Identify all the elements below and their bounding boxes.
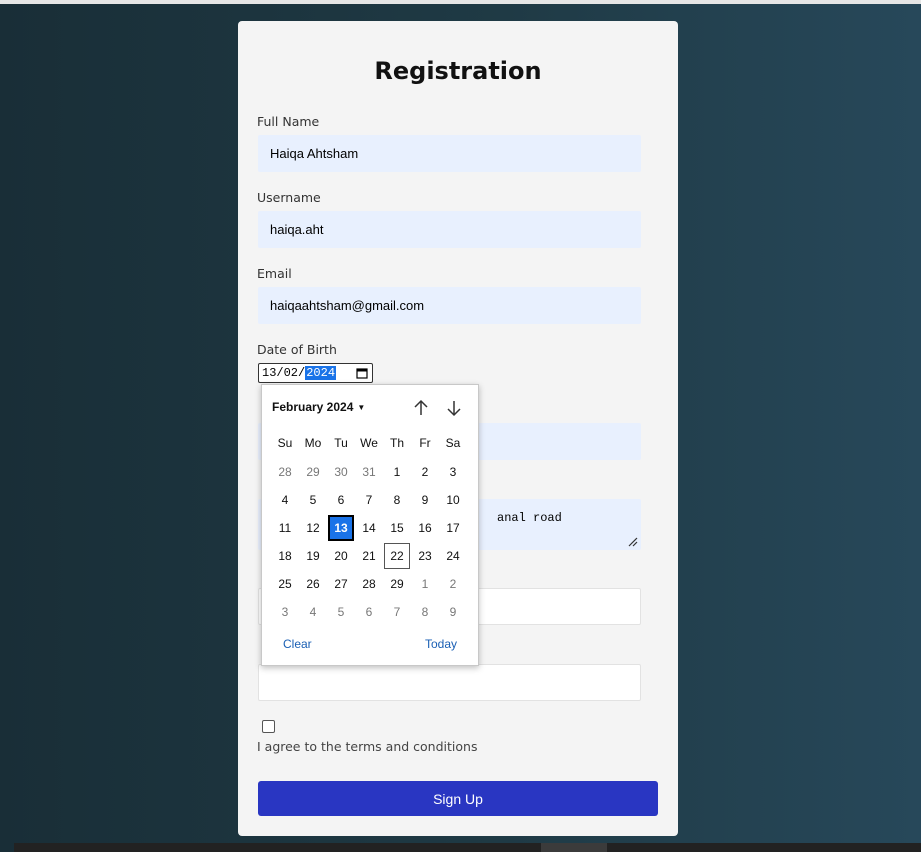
dob-year[interactable]: 2024 — [305, 366, 337, 380]
clear-button[interactable]: Clear — [283, 637, 312, 651]
dob-day[interactable]: 13 — [262, 366, 276, 380]
calendar-day[interactable]: 6 — [328, 487, 354, 513]
dob-label: Date of Birth — [257, 342, 337, 357]
window-top-border — [0, 0, 921, 4]
weekday-header: Su — [277, 436, 293, 450]
calendar-day[interactable]: 28 — [272, 459, 298, 485]
weekday-header: Fr — [419, 436, 431, 450]
sign-up-button[interactable]: Sign Up — [258, 781, 658, 816]
weekday-header: Th — [389, 436, 404, 450]
taskbar-item[interactable] — [541, 843, 607, 852]
terms-checkbox[interactable] — [262, 720, 275, 733]
calendar-day[interactable]: 28 — [356, 571, 382, 597]
calendar-day[interactable]: 8 — [412, 599, 438, 625]
calendar-day[interactable]: 9 — [440, 599, 466, 625]
calendar-day[interactable]: 5 — [328, 599, 354, 625]
address-value: anal road — [497, 511, 562, 525]
calendar-day[interactable]: 4 — [272, 487, 298, 513]
calendar-day[interactable]: 20 — [328, 543, 354, 569]
dob-month[interactable]: 02 — [284, 366, 298, 380]
weekday-header: We — [360, 436, 378, 450]
month-year-dropdown[interactable]: February 2024 ▼ — [272, 400, 365, 414]
terms-label: I agree to the terms and conditions — [257, 739, 478, 754]
calendar-day[interactable]: 23 — [412, 543, 438, 569]
calendar-day[interactable]: 25 — [272, 571, 298, 597]
caret-down-icon: ▼ — [357, 402, 366, 412]
email-input[interactable]: haiqaahtsham@gmail.com — [258, 287, 641, 324]
weekday-header: Tu — [334, 436, 348, 450]
calendar-day[interactable]: 19 — [300, 543, 326, 569]
today-button[interactable]: Today — [425, 637, 457, 651]
calendar-day[interactable]: 17 — [440, 515, 466, 541]
calendar-day[interactable]: 15 — [384, 515, 410, 541]
calendar-day[interactable]: 3 — [272, 599, 298, 625]
calendar-day[interactable]: 16 — [412, 515, 438, 541]
calendar-day[interactable]: 29 — [300, 459, 326, 485]
weekday-header: Mo — [304, 436, 322, 450]
date-picker-popup: February 2024 ▼ Su Mo Tu We Th Fr Sa 28 29 30 31 1 2… — [261, 384, 479, 666]
calendar-day[interactable]: 14 — [356, 515, 382, 541]
username-input[interactable]: haiqa.aht — [258, 211, 641, 248]
username-label: Username — [257, 190, 321, 205]
calendar-day[interactable]: 29 — [384, 571, 410, 597]
calendar-day[interactable]: 7 — [356, 487, 382, 513]
month-year-label: February 2024 — [272, 400, 354, 414]
full-name-label: Full Name — [257, 114, 320, 129]
calendar-day[interactable]: 12 — [300, 515, 326, 541]
confirm-password-input[interactable] — [258, 664, 641, 701]
calendar-day[interactable]: 8 — [384, 487, 410, 513]
calendar-day[interactable]: 13 — [328, 515, 354, 541]
full-name-input[interactable]: Haiqa Ahtsham — [258, 135, 641, 172]
calendar-day[interactable]: 1 — [384, 459, 410, 485]
calendar-icon[interactable] — [356, 367, 368, 379]
weekday-header: Sa — [445, 436, 461, 450]
calendar-day[interactable]: 2 — [412, 459, 438, 485]
calendar-day[interactable]: 31 — [356, 459, 382, 485]
arrow-up-icon[interactable] — [412, 399, 430, 417]
calendar-day[interactable]: 5 — [300, 487, 326, 513]
email-label: Email — [257, 266, 292, 281]
calendar-day[interactable]: 6 — [356, 599, 382, 625]
calendar-day[interactable]: 21 — [356, 543, 382, 569]
calendar-day[interactable]: 11 — [272, 515, 298, 541]
calendar-day[interactable]: 1 — [412, 571, 438, 597]
calendar-day[interactable]: 7 — [384, 599, 410, 625]
calendar-day[interactable]: 30 — [328, 459, 354, 485]
calendar-day[interactable]: 18 — [272, 543, 298, 569]
calendar-day[interactable]: 22 — [384, 543, 410, 569]
arrow-down-icon[interactable] — [445, 399, 463, 417]
calendar-day[interactable]: 10 — [440, 487, 466, 513]
calendar-day[interactable]: 9 — [412, 487, 438, 513]
calendar-day[interactable]: 4 — [300, 599, 326, 625]
resize-handle-icon[interactable] — [628, 537, 638, 547]
calendar-day[interactable]: 26 — [300, 571, 326, 597]
calendar-day[interactable]: 27 — [328, 571, 354, 597]
taskbar — [14, 843, 921, 852]
calendar-day[interactable]: 3 — [440, 459, 466, 485]
calendar-day[interactable]: 24 — [440, 543, 466, 569]
dob-input[interactable]: 13/02/2024 — [258, 363, 373, 383]
calendar-day[interactable]: 2 — [440, 571, 466, 597]
page-title: Registration — [374, 57, 542, 85]
